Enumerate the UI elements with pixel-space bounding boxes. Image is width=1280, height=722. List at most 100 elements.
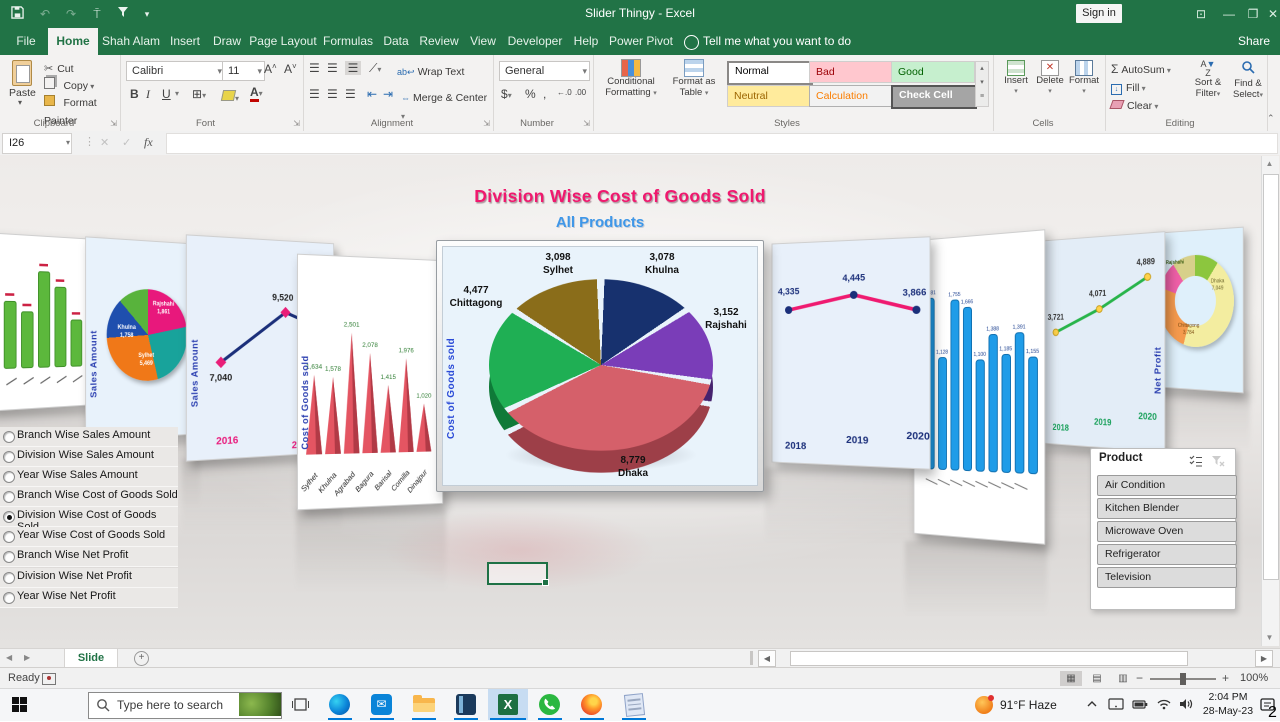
selected-cell[interactable] [487, 562, 548, 585]
decrease-indent-icon[interactable]: ⇤ [367, 87, 377, 101]
comma-style-icon[interactable]: , [543, 87, 546, 101]
shrink-font-icon[interactable]: A˅ [284, 62, 297, 76]
radio-icon[interactable] [3, 471, 15, 483]
normal-view-icon[interactable]: ▦ [1060, 671, 1082, 686]
task-view-icon[interactable] [292, 696, 309, 718]
style-normal[interactable]: Normal [727, 61, 813, 85]
cut-button[interactable]: ✂Cut [44, 59, 74, 73]
formula-input[interactable] [166, 133, 1278, 154]
clear-button[interactable]: Clear ▾ [1111, 96, 1158, 114]
page-layout-view-icon[interactable]: ▤ [1086, 671, 1108, 686]
notification-icon[interactable]: 2 [1260, 697, 1276, 718]
align-left-icon[interactable]: ☰ [309, 87, 320, 101]
align-right-icon[interactable]: ☰ [345, 87, 356, 101]
taskbar-edge[interactable] [320, 689, 360, 720]
zoom-slider-thumb[interactable] [1180, 673, 1186, 685]
tell-me-box[interactable]: Tell me what you want to do [703, 28, 851, 55]
align-center-icon[interactable]: ☰ [327, 87, 338, 101]
number-format-combo[interactable]: General▾ [499, 61, 590, 81]
option-branch-sales[interactable]: Branch Wise Sales Amount [0, 427, 178, 447]
style-check-cell[interactable]: Check Cell [891, 85, 977, 109]
underline-button[interactable]: U [162, 87, 171, 101]
slicer-item-kitchen-blender[interactable]: Kitchen Blender [1097, 498, 1237, 519]
percent-style-icon[interactable]: % [525, 87, 536, 101]
format-as-table-button[interactable]: Format asTable ▾ [667, 59, 721, 99]
horizontal-scroll-thumb[interactable] [790, 651, 1188, 666]
align-middle-icon[interactable]: ☰ [327, 61, 338, 75]
share-button[interactable]: Share [1238, 28, 1270, 55]
format-cells-button[interactable]: Format▾ [1067, 60, 1101, 95]
tab-formulas[interactable]: Formulas [320, 28, 376, 55]
taskbar-firefox[interactable] [572, 689, 612, 720]
taskbar-blue-app[interactable] [446, 689, 486, 720]
font-size-combo[interactable]: 11▾ [222, 61, 265, 81]
conditional-formatting-button[interactable]: ConditionalFormatting ▾ [599, 59, 663, 99]
tab-insert[interactable]: Insert [164, 28, 206, 55]
slicer-item-microwave-oven[interactable]: Microwave Oven [1097, 521, 1237, 542]
font-color-icon[interactable]: A▾ [250, 85, 263, 99]
font-name-combo[interactable]: Calibri▾ [126, 61, 225, 81]
underline-dropdown[interactable]: ▾ [175, 89, 179, 98]
qat-customize-icon[interactable]: ▾ [138, 6, 156, 22]
italic-button[interactable]: I [146, 87, 150, 102]
weather-icon[interactable] [975, 696, 993, 714]
style-good[interactable]: Good [891, 61, 975, 83]
tray-battery-icon[interactable] [1132, 697, 1148, 716]
new-sheet-icon[interactable]: + [134, 651, 149, 666]
hscroll-left-icon[interactable]: ◀ [758, 650, 776, 667]
clear-filter-icon[interactable] [1211, 454, 1225, 472]
close-icon[interactable]: ✕ [1262, 5, 1280, 23]
clipboard-dialog-launcher[interactable]: ⇲ [110, 119, 117, 128]
bold-button[interactable]: B [130, 87, 139, 101]
radio-icon[interactable] [3, 531, 15, 543]
tray-wifi-icon[interactable] [1156, 697, 1172, 716]
scroll-up-icon[interactable]: ▲ [1262, 156, 1277, 171]
radio-icon[interactable] [3, 431, 15, 443]
styles-gallery-scroll[interactable]: ▴▾≡ [975, 61, 989, 107]
increase-indent-icon[interactable]: ⇥ [383, 87, 393, 101]
taskbar-excel[interactable]: X [488, 689, 528, 720]
wrap-text-button[interactable]: ab↩Wrap Text [397, 62, 464, 80]
tab-file[interactable]: File [8, 28, 44, 55]
vertical-scrollbar[interactable]: ▲ ▼ [1261, 156, 1279, 646]
tray-tablet-icon[interactable] [1108, 697, 1124, 716]
zoom-out-icon[interactable]: − [1136, 671, 1143, 685]
tab-help[interactable]: Help [568, 28, 604, 55]
main-pie-chart[interactable]: Cost of Goods sold 3,098Sylhet 3,078Khul… [436, 240, 764, 492]
sheet-tab-slide[interactable]: Slide [64, 649, 118, 669]
increase-decimal-icon[interactable]: ←.0 [557, 88, 572, 97]
sort-filter-button[interactable]: A▼Z Sort &Filter▾ [1189, 60, 1227, 100]
decrease-decimal-icon[interactable]: .00 [575, 88, 586, 97]
option-year-sales[interactable]: Year Wise Sales Amount [0, 467, 178, 487]
copy-button[interactable]: Copy ▾ [44, 76, 94, 90]
tab-data[interactable]: Data [378, 28, 414, 55]
multi-select-icon[interactable] [1189, 454, 1203, 472]
hscroll-right-icon[interactable]: ▶ [1255, 650, 1273, 667]
grow-font-icon[interactable]: A˄ [264, 62, 277, 76]
tab-page-layout[interactable]: Page Layout [248, 28, 318, 55]
paste-button[interactable]: Paste ▾ [8, 60, 36, 104]
option-division-sales[interactable]: Division Wise Sales Amount [0, 447, 178, 467]
restore-icon[interactable]: ❐ [1242, 5, 1264, 23]
radio-icon[interactable] [3, 592, 15, 604]
slicer-item-air-condition[interactable]: Air Condition [1097, 475, 1237, 496]
option-year-cogs[interactable]: Year Wise Cost of Goods Sold [0, 527, 178, 547]
autosum-button[interactable]: ΣAutoSum ▾ [1111, 60, 1171, 78]
fx-icon[interactable]: fx [144, 135, 153, 150]
save-icon[interactable] [8, 6, 26, 22]
radio-icon[interactable] [3, 572, 15, 584]
zoom-level[interactable]: 100% [1240, 672, 1268, 684]
tab-draw[interactable]: Draw [208, 28, 246, 55]
scroll-down-icon[interactable]: ▼ [1262, 630, 1277, 645]
radio-icon[interactable] [3, 491, 15, 503]
delete-cells-button[interactable]: ✕ Delete▾ [1033, 60, 1067, 95]
taskbar-whatsapp[interactable] [530, 689, 570, 720]
taskbar-mail[interactable]: ✉ [362, 689, 402, 720]
taskbar-file-explorer[interactable] [404, 689, 444, 720]
pin-icon[interactable]: ⍑ [88, 6, 106, 22]
sheet-nav-right-icon[interactable]: ▶ [24, 653, 30, 662]
minimize-icon[interactable]: — [1218, 5, 1240, 23]
accounting-format-icon[interactable]: $▾ [501, 87, 512, 101]
taskbar-clock[interactable]: 2:04 PM28-May-23 [1198, 691, 1258, 718]
radio-icon[interactable] [3, 551, 15, 563]
